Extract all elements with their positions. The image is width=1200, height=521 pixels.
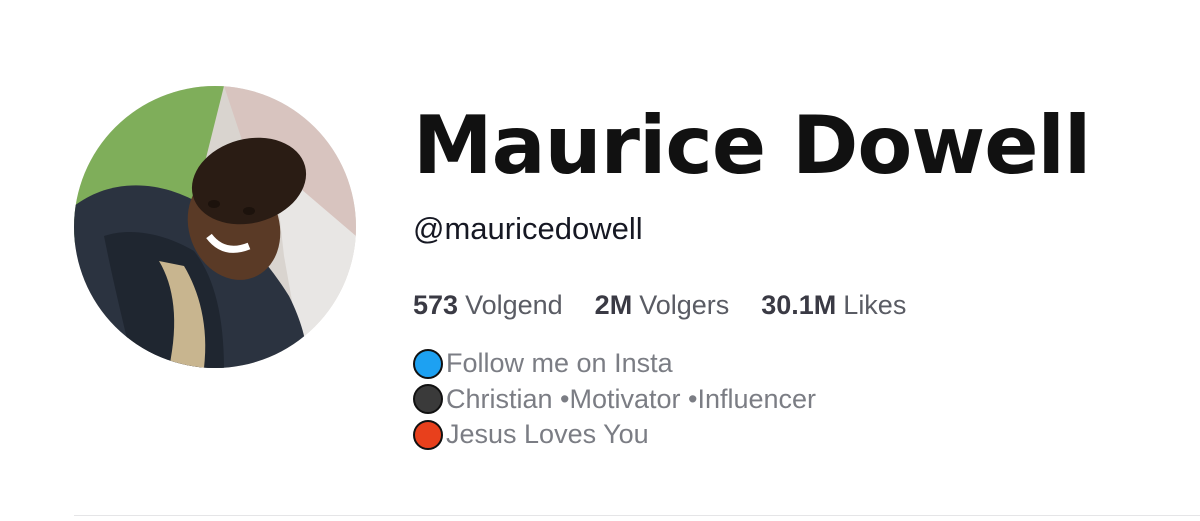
avatar[interactable]	[74, 86, 356, 368]
stat-following-label: Volgend	[465, 290, 563, 320]
divider	[74, 515, 1200, 516]
stat-likes: 30.1M Likes	[761, 289, 906, 321]
stat-likes-label: Likes	[843, 290, 907, 320]
stat-following-count: 573	[413, 290, 459, 320]
red-circle-icon	[413, 419, 443, 450]
black-circle-icon	[413, 384, 443, 415]
bio-line-text: Jesus Loves You	[446, 419, 649, 450]
stat-followers-count: 2M	[594, 290, 633, 320]
stat-following[interactable]: 573 Volgend	[413, 289, 563, 321]
bio-line: Follow me on Insta	[413, 346, 816, 382]
stat-likes-count: 30.1M	[761, 290, 837, 320]
profile-stats: 573 Volgend 2M Volgers 30.1M Likes	[413, 289, 938, 321]
stat-followers[interactable]: 2M Volgers	[595, 289, 730, 321]
blue-circle-icon	[413, 348, 443, 379]
profile-bio: Follow me on Insta Christian •Motivator …	[413, 346, 816, 453]
bio-line: Jesus Loves You	[413, 417, 816, 453]
profile-name: Maurice Dowell	[413, 99, 1091, 192]
bio-line: Christian •Motivator •Influencer	[413, 382, 816, 418]
bio-line-text: Follow me on Insta	[446, 348, 673, 379]
profile-page: Maurice Dowell @mauricedowell 573 Volgend…	[0, 0, 1200, 521]
profile-handle: @mauricedowell	[413, 211, 643, 246]
bio-line-text: Christian •Motivator •Influencer	[446, 383, 817, 414]
avatar-photo	[74, 86, 356, 368]
stat-followers-label: Volgers	[639, 290, 730, 320]
